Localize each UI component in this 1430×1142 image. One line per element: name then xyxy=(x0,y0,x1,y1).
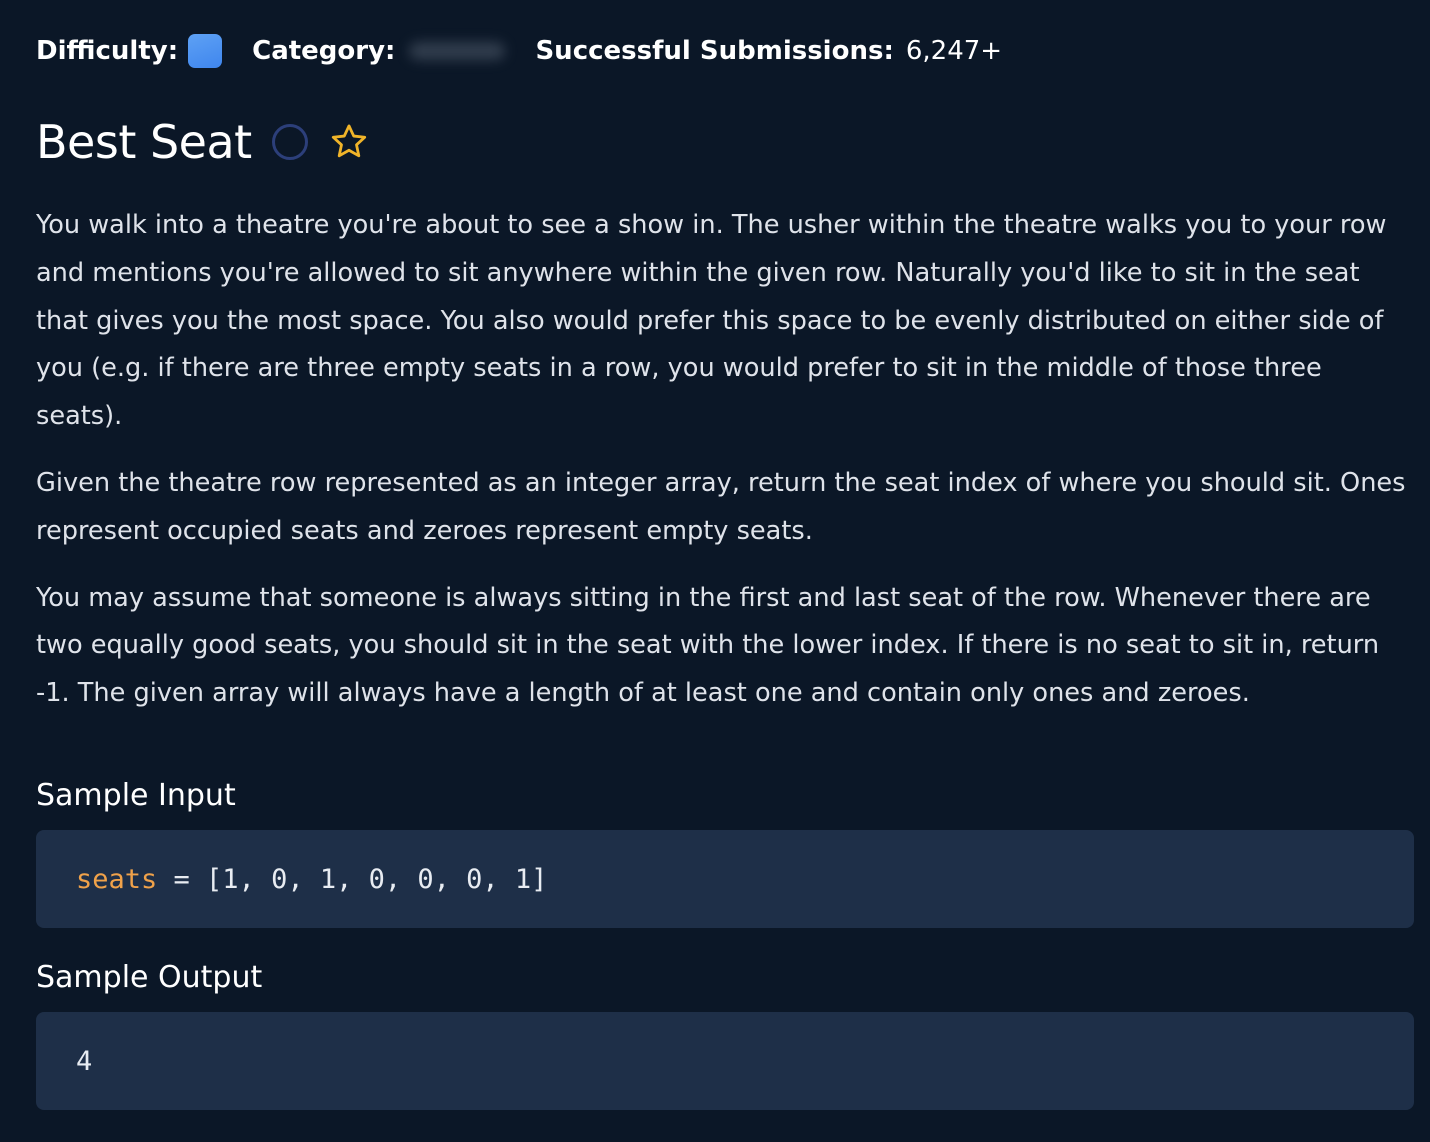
difficulty-label: Difficulty: xyxy=(36,36,179,66)
submissions-label: Successful Submissions: xyxy=(535,36,894,66)
sample-input-code: seats = [1, 0, 1, 0, 0, 0, 1] xyxy=(36,830,1414,928)
sample-output-code: 4 xyxy=(36,1012,1414,1110)
output-value: 4 xyxy=(76,1045,93,1077)
star-outline-icon[interactable] xyxy=(328,121,370,163)
problem-description: You walk into a theatre you're about to … xyxy=(36,202,1411,737)
sample-output-heading: Sample Output xyxy=(36,960,263,995)
meta-bar: Difficulty: Category: Successful Submiss… xyxy=(36,30,1002,72)
submissions-count: 6,247+ xyxy=(905,36,1003,66)
description-paragraph: You walk into a theatre you're about to … xyxy=(36,210,1387,432)
page-title: Best Seat xyxy=(36,115,252,169)
description-paragraph: You may assume that someone is always si… xyxy=(36,582,1380,709)
code-variable: seats xyxy=(76,863,158,895)
description-paragraph: Given the theatre row represented as an … xyxy=(36,467,1406,546)
category-value-hidden[interactable] xyxy=(409,42,506,60)
title-row: Best Seat xyxy=(36,112,370,172)
sample-input-heading: Sample Input xyxy=(36,778,236,813)
difficulty-indicator xyxy=(188,34,223,68)
category-label: Category: xyxy=(252,36,396,66)
code-value: = [1, 0, 1, 0, 0, 0, 1] xyxy=(157,863,548,895)
circle-outline-icon[interactable] xyxy=(271,124,308,160)
